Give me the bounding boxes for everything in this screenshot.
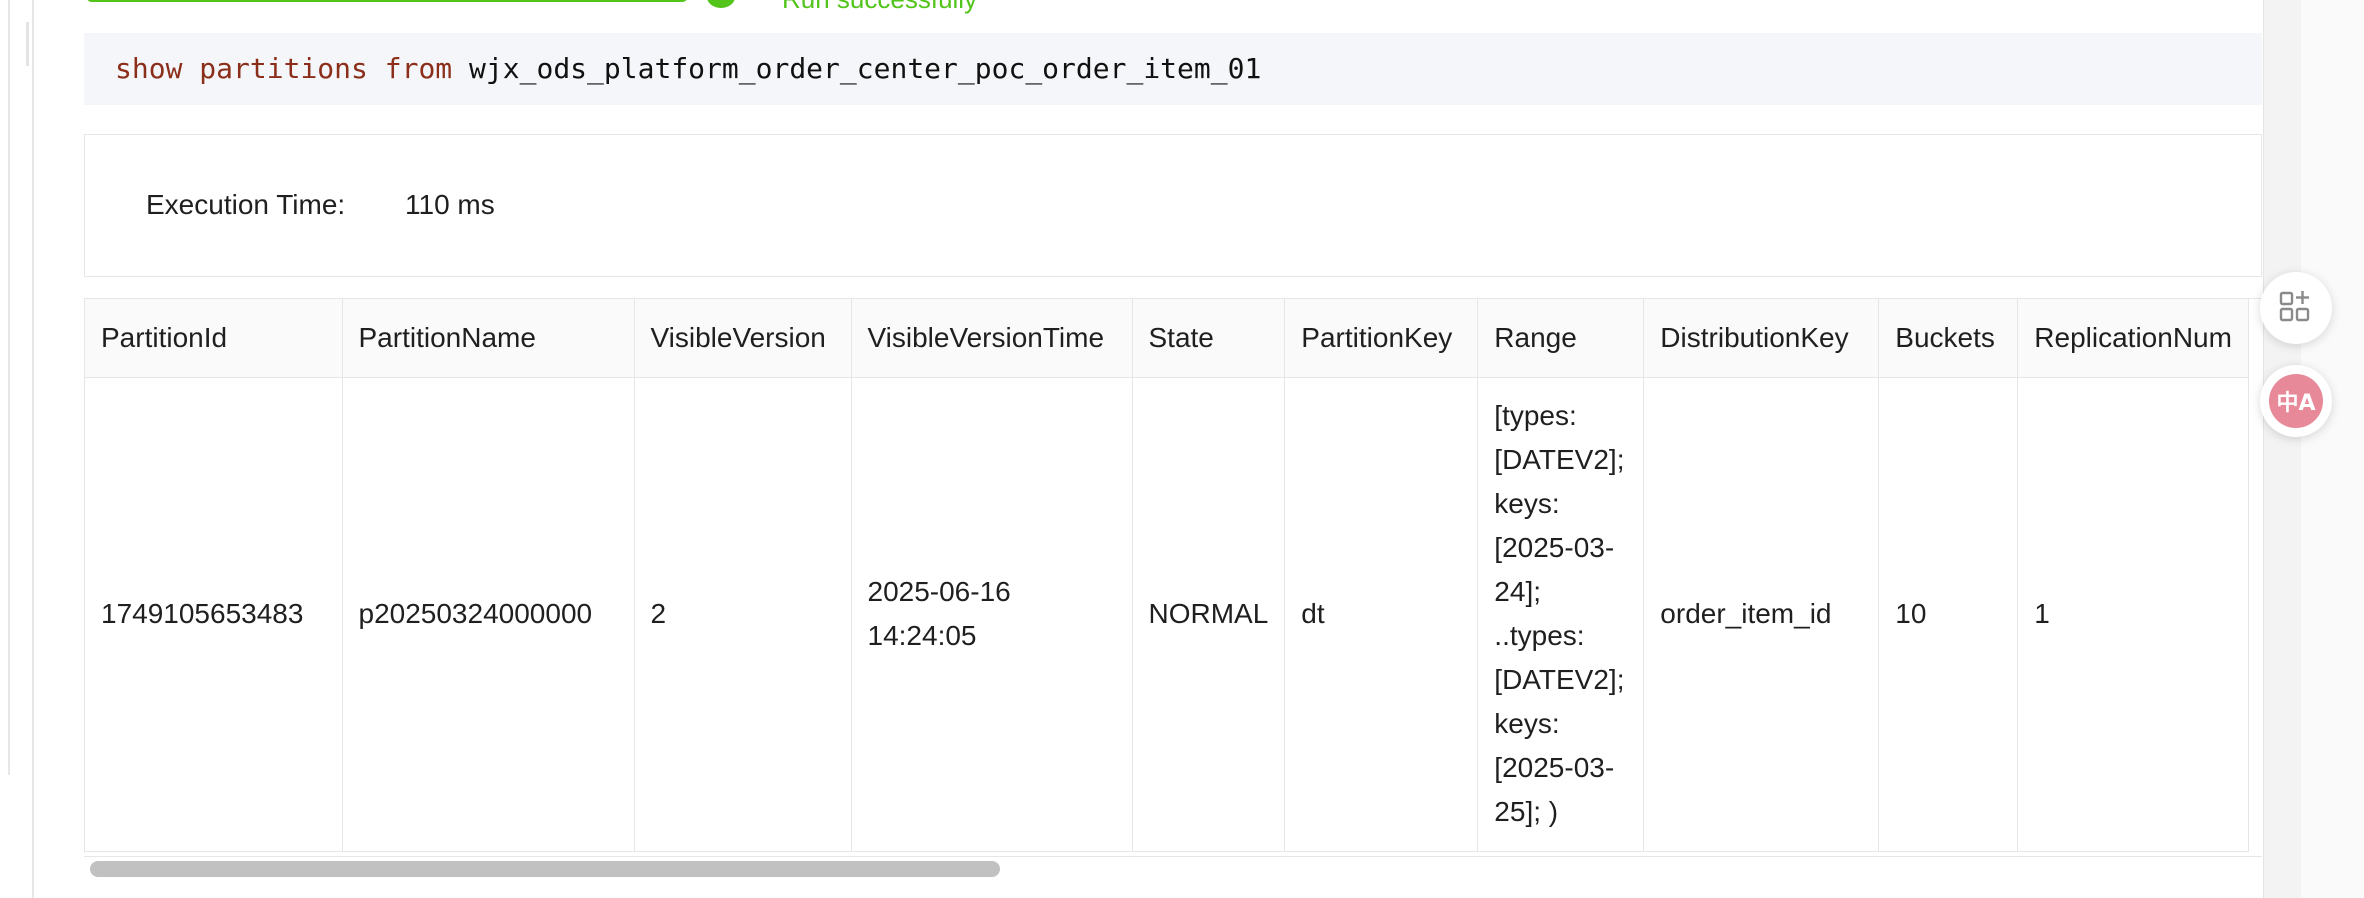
column-header[interactable]: Buckets — [1878, 299, 2019, 378]
column-header[interactable]: DistributionKey — [1643, 299, 1880, 378]
column-header[interactable]: State — [1132, 299, 1286, 378]
results-table-container[interactable]: PartitionId PartitionName VisibleVersion… — [84, 298, 2263, 853]
column-header[interactable]: Range — [1477, 299, 1645, 378]
cell-visible-version: 2 — [634, 377, 852, 852]
right-side-rail — [2301, 0, 2364, 898]
translate-icon: 中A — [2269, 374, 2323, 428]
cell-state: NORMAL — [1132, 377, 1286, 852]
sql-keyword: show — [115, 52, 183, 85]
translate-button[interactable]: 中A — [2260, 365, 2332, 437]
column-header[interactable]: PartitionKey — [1284, 299, 1479, 378]
column-header[interactable]: ReplicationNum — [2017, 299, 2249, 378]
execution-time-label: Execution Time: — [146, 189, 346, 220]
column-header[interactable]: VisibleVersionTime — [851, 299, 1133, 378]
cell-visible-version-time: 2025-06-16 14:24:05 — [851, 377, 1133, 852]
apps-add-button[interactable] — [2260, 272, 2332, 344]
cell-partition-name: p20250324000000 — [342, 377, 635, 852]
execution-summary-card: Execution Time: 110 ms — [84, 134, 2262, 277]
results-table: PartitionId PartitionName VisibleVersion… — [85, 299, 2249, 852]
sql-keyword: from — [384, 52, 453, 85]
cell-partition-key: dt — [1284, 377, 1479, 852]
horizontal-scrollbar[interactable] — [84, 856, 2262, 883]
success-check-icon — [707, 0, 735, 8]
apps-add-icon — [2278, 288, 2314, 329]
column-header[interactable]: PartitionName — [342, 299, 635, 378]
run-status-text: Run successfully — [782, 0, 977, 12]
editor-gutter-line — [8, 0, 10, 775]
table-header-row: PartitionId PartitionName VisibleVersion… — [85, 299, 2249, 378]
sql-query-block[interactable]: show partitions from wjx_ods_platform_or… — [84, 33, 2262, 105]
vertical-scrollbar[interactable] — [2263, 0, 2302, 898]
sql-keyword: partitions — [199, 52, 368, 85]
column-header[interactable]: VisibleVersion — [634, 299, 852, 378]
cell-buckets: 10 — [1878, 377, 2019, 852]
cell-distribution-key: order_item_id — [1643, 377, 1880, 852]
editor-gutter-line — [32, 0, 34, 898]
cell-focus-marker — [26, 22, 29, 66]
cell-partition-id: 1749105653483 — [85, 377, 343, 852]
execution-time-value: 110 ms — [405, 189, 495, 220]
sql-table-name: wjx_ods_platform_order_center_poc_order_… — [469, 52, 1262, 85]
table-row: 1749105653483 p20250324000000 2 2025-06-… — [85, 377, 2249, 852]
run-progress-bar — [86, 0, 688, 2]
cell-range: [types: [DATEV2]; keys: [2025-03-24]; ..… — [1477, 377, 1645, 852]
horizontal-scrollbar-thumb[interactable] — [90, 861, 1000, 877]
cell-replication-num: 1 — [2017, 377, 2249, 852]
column-header[interactable]: PartitionId — [85, 299, 343, 378]
